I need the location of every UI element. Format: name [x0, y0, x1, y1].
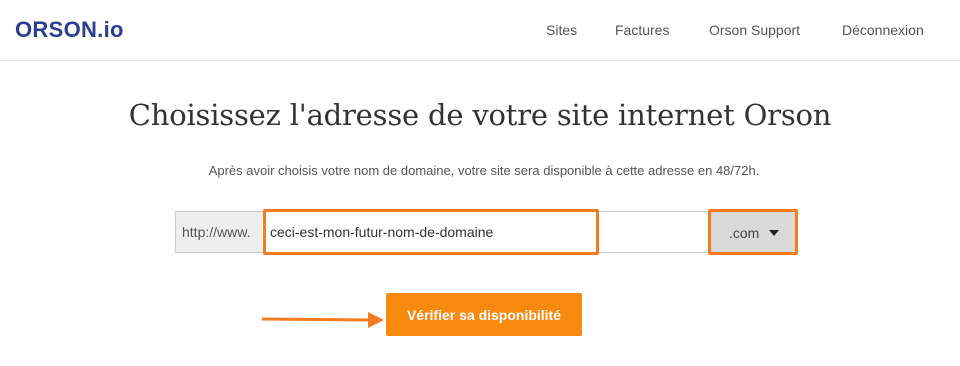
- nav-item-sites[interactable]: Sites: [546, 22, 577, 38]
- page: ORSON.io Sites Factures Orson Support Dé…: [0, 0, 960, 366]
- caret-down-icon: [769, 230, 779, 236]
- domain-name-input[interactable]: [263, 209, 599, 255]
- page-title: Choisissez l'adresse de votre site inter…: [128, 98, 832, 132]
- arrow-right-icon: [262, 312, 384, 328]
- check-availability-button[interactable]: Vérifier sa disponibilité: [386, 293, 582, 336]
- tld-selected-value: .com: [729, 225, 760, 241]
- domain-prefix-addon: http://www.: [175, 211, 263, 253]
- page-subtitle: Après avoir choisis votre nom de domaine…: [208, 163, 760, 178]
- nav-item-factures[interactable]: Factures: [615, 22, 669, 38]
- nav-item-orson-support[interactable]: Orson Support: [709, 22, 800, 38]
- top-navbar: ORSON.io Sites Factures Orson Support Dé…: [0, 0, 960, 61]
- nav-item-deconnexion[interactable]: Déconnexion: [842, 22, 924, 38]
- tld-dropdown[interactable]: .com: [708, 209, 798, 255]
- orson-logo[interactable]: ORSON.io: [15, 17, 124, 43]
